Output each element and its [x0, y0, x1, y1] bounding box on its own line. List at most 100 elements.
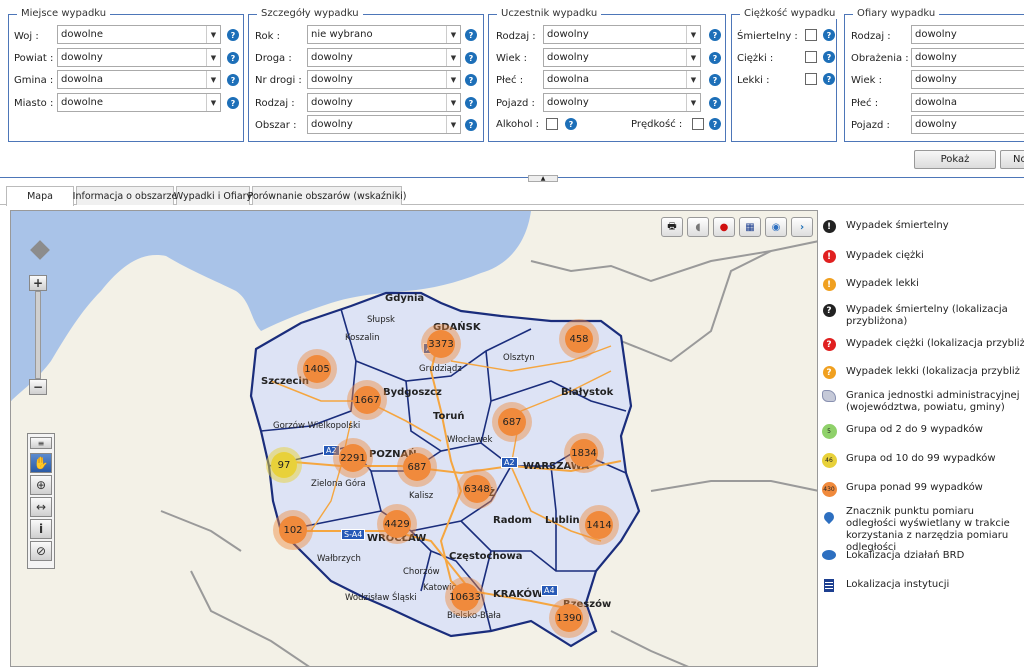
help-icon[interactable]: ?: [465, 29, 477, 41]
help-icon[interactable]: ?: [227, 74, 239, 86]
ofiary-pojazd-select[interactable]: dowolny: [911, 115, 1024, 134]
chevron-down-icon[interactable]: ▼: [206, 26, 220, 43]
chevron-down-icon[interactable]: ▼: [686, 94, 700, 111]
help-icon[interactable]: ?: [823, 73, 835, 85]
measure-icon[interactable]: ↔: [30, 497, 52, 517]
city-label: Lublin: [545, 515, 580, 526]
next-button[interactable]: No: [1000, 150, 1024, 169]
woj-select[interactable]: dowolne ▼: [57, 25, 221, 44]
powiat-select[interactable]: dowolny ▼: [57, 48, 221, 67]
cluster-marker[interactable]: 1405: [297, 349, 337, 389]
cluster-count: 1414: [585, 511, 613, 539]
cluster-marker[interactable]: 102: [273, 510, 313, 550]
alkohol-checkbox[interactable]: [546, 118, 558, 130]
zoom-in-button[interactable]: +: [29, 275, 47, 291]
cluster-marker[interactable]: 6348: [457, 469, 497, 509]
chevron-down-icon[interactable]: ▼: [686, 71, 700, 88]
help-icon[interactable]: ?: [709, 29, 721, 41]
chevron-down-icon[interactable]: ▼: [206, 71, 220, 88]
print-icon[interactable]: 🖶: [661, 217, 683, 237]
zoom-box-icon[interactable]: ⊕: [30, 475, 52, 495]
rodzaj-select[interactable]: dowolny ▼: [307, 93, 461, 112]
chevron-down-icon[interactable]: ▼: [686, 49, 700, 66]
cluster-count: 1667: [353, 386, 381, 414]
palette-grip-icon[interactable]: ≡: [30, 437, 52, 449]
cluster-marker[interactable]: 2291: [333, 438, 373, 478]
uczestnik-pojazd-select[interactable]: dowolny ▼: [543, 93, 701, 112]
help-icon[interactable]: ?: [465, 52, 477, 64]
help-icon[interactable]: ?: [823, 29, 835, 41]
clear-icon[interactable]: ⊘: [30, 541, 52, 561]
chevron-down-icon[interactable]: ▼: [446, 49, 460, 66]
miasto-select[interactable]: dowolne ▼: [57, 93, 221, 112]
ofiary-rodzaj-select[interactable]: dowolny: [911, 25, 1024, 44]
help-icon[interactable]: ?: [823, 51, 835, 63]
lekki-checkbox[interactable]: [805, 73, 817, 85]
ofiary-wiek-select[interactable]: dowolny: [911, 70, 1024, 89]
tab-mapa[interactable]: Mapa: [6, 186, 74, 206]
help-icon[interactable]: ?: [465, 119, 477, 131]
cluster-marker[interactable]: 4429: [377, 504, 417, 544]
droga-select[interactable]: dowolny ▼: [307, 48, 461, 67]
institution-icon[interactable]: ▦: [739, 217, 761, 237]
chevron-right-icon[interactable]: ›: [791, 217, 813, 237]
tab-informacja[interactable]: Informacja o obszarze: [73, 186, 177, 205]
map-canvas[interactable]: Gdynia GDAŃSK Słupsk Koszalin Szczecin G…: [10, 210, 818, 667]
zoom-out-button[interactable]: −: [29, 379, 47, 395]
ofiary-obrazenia-select[interactable]: dowolny: [911, 48, 1024, 67]
uczestnik-plec-select[interactable]: dowolna ▼: [543, 70, 701, 89]
select-value: dowolny: [915, 52, 957, 63]
cluster-marker[interactable]: 687: [397, 447, 437, 487]
ofiary-plec-select[interactable]: dowolna: [911, 93, 1024, 112]
rok-select[interactable]: nie wybrano ▼: [307, 25, 461, 44]
show-button[interactable]: Pokaż: [914, 150, 996, 169]
cluster-marker[interactable]: 1390: [549, 598, 589, 638]
cluster-marker[interactable]: 1667: [347, 380, 387, 420]
pan-control[interactable]: [25, 235, 55, 265]
cluster-marker[interactable]: 458: [559, 319, 599, 359]
help-icon[interactable]: ?: [465, 74, 477, 86]
help-icon[interactable]: ?: [709, 97, 721, 109]
region-icon[interactable]: ◖: [687, 217, 709, 237]
tab-porownanie[interactable]: Porównanie obszarów (wskaźniki): [248, 186, 406, 205]
help-icon[interactable]: ?: [709, 74, 721, 86]
cluster-marker[interactable]: 97: [266, 447, 302, 483]
collapse-handle[interactable]: ▲: [528, 175, 558, 182]
info-icon[interactable]: i: [30, 519, 52, 539]
ciezki-checkbox[interactable]: [805, 51, 817, 63]
chevron-down-icon[interactable]: ▼: [446, 26, 460, 43]
chevron-down-icon[interactable]: ▼: [206, 49, 220, 66]
nr-drogi-select[interactable]: dowolny ▼: [307, 70, 461, 89]
help-icon[interactable]: ?: [709, 118, 721, 130]
cluster-marker[interactable]: 1414: [579, 505, 619, 545]
smiertelny-checkbox[interactable]: [805, 29, 817, 41]
chevron-down-icon[interactable]: ▼: [206, 94, 220, 111]
help-icon[interactable]: ?: [227, 97, 239, 109]
cluster-marker[interactable]: 3373: [421, 324, 461, 364]
help-icon[interactable]: ?: [465, 97, 477, 109]
legend-item: Lokalizacja instytucji: [818, 579, 949, 592]
zoom-slider[interactable]: [35, 291, 41, 379]
chevron-down-icon[interactable]: ▼: [446, 71, 460, 88]
cluster-marker[interactable]: 1834: [564, 433, 604, 473]
help-icon[interactable]: ?: [227, 52, 239, 64]
tab-wypadki-ofiary[interactable]: Wypadki i Ofiary: [174, 186, 252, 205]
chevron-down-icon[interactable]: ▼: [686, 26, 700, 43]
gmina-select[interactable]: dowolna ▼: [57, 70, 221, 89]
serious-marker-icon: !: [818, 250, 840, 263]
uczestnik-rodzaj-select[interactable]: dowolny ▼: [543, 25, 701, 44]
help-icon[interactable]: ?: [227, 29, 239, 41]
cluster-marker[interactable]: 687: [492, 402, 532, 442]
help-icon[interactable]: ?: [565, 118, 577, 130]
chevron-down-icon[interactable]: ▼: [446, 94, 460, 111]
cluster-marker[interactable]: 10633: [445, 577, 485, 617]
chevron-down-icon[interactable]: ▼: [446, 116, 460, 133]
brd-icon[interactable]: ◉: [765, 217, 787, 237]
predkosc-checkbox[interactable]: [692, 118, 704, 130]
pan-hand-icon[interactable]: ✋: [30, 453, 52, 473]
obszar-select[interactable]: dowolny ▼: [307, 115, 461, 134]
help-icon[interactable]: ?: [709, 52, 721, 64]
group-szczegoly: Szczegóły wypadku Rok : nie wybrano ▼ ? D…: [248, 8, 484, 142]
uczestnik-wiek-select[interactable]: dowolny ▼: [543, 48, 701, 67]
accident-marker-icon[interactable]: ●: [713, 217, 735, 237]
